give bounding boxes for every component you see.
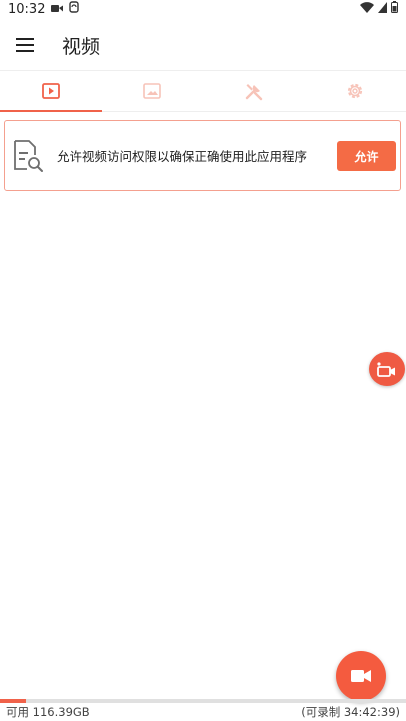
gear-icon bbox=[348, 83, 363, 99]
app-bar: 视频 bbox=[0, 22, 406, 68]
app-status-icon bbox=[69, 1, 80, 17]
status-bar: 10:32 bbox=[0, 0, 406, 18]
tab-videos[interactable] bbox=[0, 71, 102, 112]
camera-record-icon bbox=[377, 362, 395, 377]
menu-button[interactable] bbox=[14, 34, 36, 56]
tab-images[interactable] bbox=[102, 71, 204, 111]
signal-icon bbox=[378, 1, 387, 17]
tab-tools[interactable] bbox=[203, 71, 305, 111]
permission-message: 允许视频访问权限以确保正确使用此应用程序 bbox=[57, 149, 308, 164]
tab-bar bbox=[0, 70, 406, 112]
storage-footer: 可用 116.39GB (可录制 34:42:39) bbox=[0, 703, 406, 721]
image-icon bbox=[143, 83, 162, 99]
document-search-icon bbox=[14, 139, 43, 172]
battery-icon bbox=[391, 1, 398, 17]
hamburger-menu-icon bbox=[16, 38, 34, 52]
camera-status-icon bbox=[51, 2, 64, 17]
floating-recorder-button[interactable] bbox=[369, 352, 405, 386]
available-storage: 可用 116.39GB bbox=[6, 705, 90, 719]
allow-button[interactable]: 允许 bbox=[337, 141, 396, 171]
video-camera-icon bbox=[351, 670, 371, 682]
record-fab[interactable] bbox=[336, 651, 386, 701]
video-play-icon bbox=[41, 83, 60, 99]
status-time: 10:32 bbox=[8, 1, 46, 17]
wifi-icon bbox=[360, 1, 374, 17]
tab-settings[interactable] bbox=[305, 71, 406, 111]
permission-card: 允许视频访问权限以确保正确使用此应用程序 允许 bbox=[4, 120, 401, 191]
recordable-time: (可录制 34:42:39) bbox=[301, 705, 400, 719]
tools-icon bbox=[245, 84, 262, 101]
page-title: 视频 bbox=[62, 35, 101, 58]
